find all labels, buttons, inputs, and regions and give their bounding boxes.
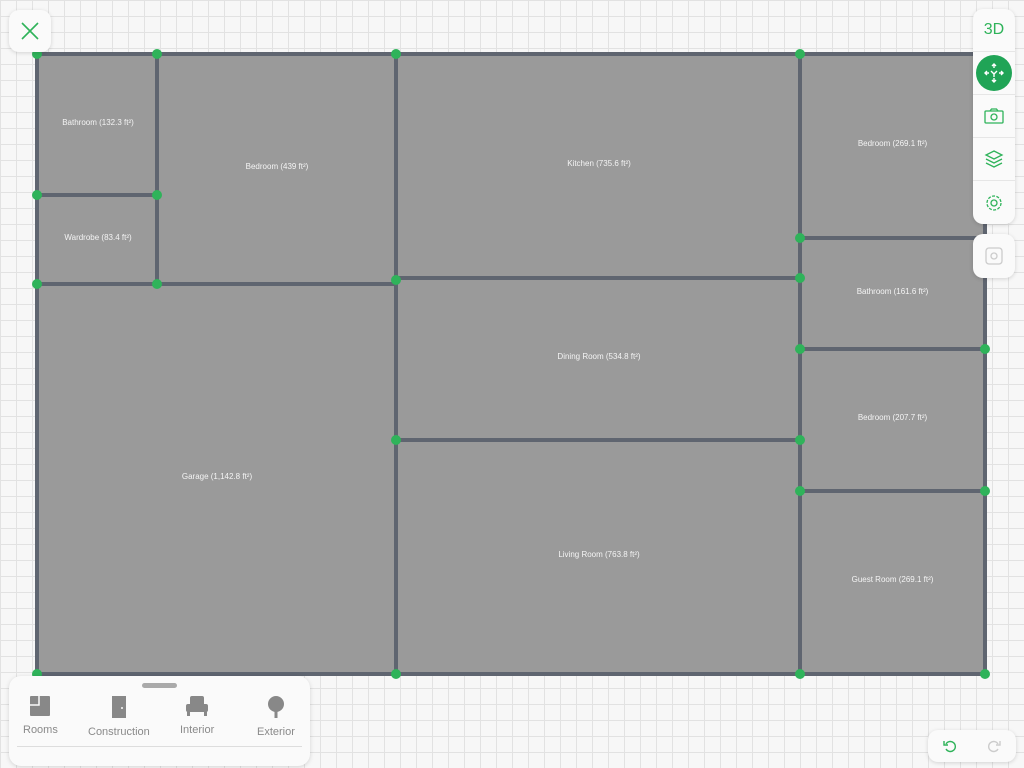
wall-node[interactable] — [795, 435, 805, 445]
category-label: Exterior — [257, 726, 295, 738]
room-label: Bathroom (161.6 ft²) — [856, 286, 929, 296]
room-label: Bedroom (269.1 ft²) — [857, 139, 928, 148]
wall-node[interactable] — [795, 669, 805, 679]
redo-icon — [988, 740, 1001, 753]
wall-node[interactable] — [795, 273, 805, 283]
wall-node[interactable] — [391, 49, 401, 59]
category-label: Construction — [88, 726, 150, 738]
camera-icon — [984, 108, 1004, 124]
wall-node[interactable] — [391, 435, 401, 445]
room-bedroom-2[interactable]: Bedroom (269.1 ft²) — [798, 52, 987, 241]
room-label: Bedroom (207.7 ft²) — [857, 413, 928, 422]
room-living-room[interactable]: Living Room (763.8 ft²) — [394, 438, 804, 676]
tree-icon — [267, 696, 284, 718]
category-rooms[interactable]: Rooms — [23, 696, 58, 736]
layers-button[interactable] — [973, 138, 1015, 181]
settings-button[interactable] — [973, 181, 1015, 224]
category-construction[interactable]: Construction — [88, 696, 150, 738]
layers-icon — [984, 150, 1004, 168]
room-bathroom[interactable]: Bathroom (132.3 ft²) — [35, 52, 161, 198]
category-interior[interactable]: Interior — [180, 696, 214, 736]
wall-node[interactable] — [391, 669, 401, 679]
room-bathroom-2[interactable]: Bathroom (161.6 ft²) — [798, 236, 987, 352]
catalog-panel: Rooms Construction Interior Exterior — [9, 676, 310, 766]
wall-node[interactable] — [32, 279, 42, 289]
armchair-icon — [186, 696, 209, 716]
drag-handle[interactable] — [142, 683, 177, 688]
close-button[interactable] — [9, 10, 51, 52]
wall-node[interactable] — [391, 275, 401, 285]
room-label: Kitchen (735.6 ft²) — [567, 159, 631, 168]
room-label: Wardrobe (83.4 ft²) — [64, 232, 132, 242]
right-toolbar: 3D — [973, 9, 1015, 224]
room-label: Bedroom (439 ft²) — [245, 162, 309, 171]
category-exterior[interactable]: Exterior — [257, 696, 295, 738]
wall-node[interactable] — [795, 49, 805, 59]
door-icon — [111, 696, 126, 718]
camera-button[interactable] — [973, 95, 1015, 138]
wall-node[interactable] — [32, 190, 42, 200]
snapshot-button[interactable] — [973, 234, 1015, 278]
move-icon — [984, 63, 1004, 83]
wall-node[interactable] — [795, 486, 805, 496]
room-label: Bathroom (132.3 ft²) — [62, 117, 134, 127]
category-label: Interior — [180, 724, 215, 736]
rooms-icon — [30, 696, 51, 716]
gear-icon — [986, 194, 1002, 211]
3d-view-button[interactable]: 3D — [973, 9, 1015, 52]
room-label: Living Room (763.8 ft²) — [558, 549, 640, 559]
focus-icon — [985, 247, 1003, 265]
room-dining-room[interactable]: Dining Room (534.8 ft²) — [394, 276, 804, 443]
close-icon — [21, 22, 39, 40]
wall-node[interactable] — [980, 669, 990, 679]
wall-node[interactable] — [795, 344, 805, 354]
undo-button[interactable] — [928, 730, 972, 762]
room-kitchen[interactable]: Kitchen (735.6 ft²) — [394, 52, 804, 281]
wall-node[interactable] — [795, 233, 805, 243]
wall-node[interactable] — [980, 486, 990, 496]
room-guest-room[interactable]: Guest Room (269.1 ft²) — [798, 489, 987, 676]
room-bedroom[interactable]: Bedroom (439 ft²) — [155, 52, 399, 287]
undo-icon — [943, 740, 956, 753]
room-garage[interactable]: Garage (1,142.8 ft²) — [35, 282, 399, 676]
room-bedroom-3[interactable]: Bedroom (207.7 ft²) — [798, 347, 987, 494]
room-label: Garage (1,142.8 ft²) — [181, 471, 253, 481]
room-label: Guest Room (269.1 ft²) — [851, 575, 934, 584]
wall-node[interactable] — [152, 190, 162, 200]
divider — [17, 746, 302, 747]
redo-button[interactable] — [972, 730, 1016, 762]
category-label: Rooms — [23, 724, 58, 736]
move-mode-button[interactable] — [973, 52, 1015, 95]
wall-node[interactable] — [152, 49, 162, 59]
undo-redo-group — [928, 730, 1016, 762]
room-label: Dining Room (534.8 ft²) — [557, 352, 641, 361]
room-wardrobe[interactable]: Wardrobe (83.4 ft²) — [35, 193, 161, 287]
wall-node[interactable] — [980, 344, 990, 354]
wall-node[interactable] — [152, 279, 162, 289]
